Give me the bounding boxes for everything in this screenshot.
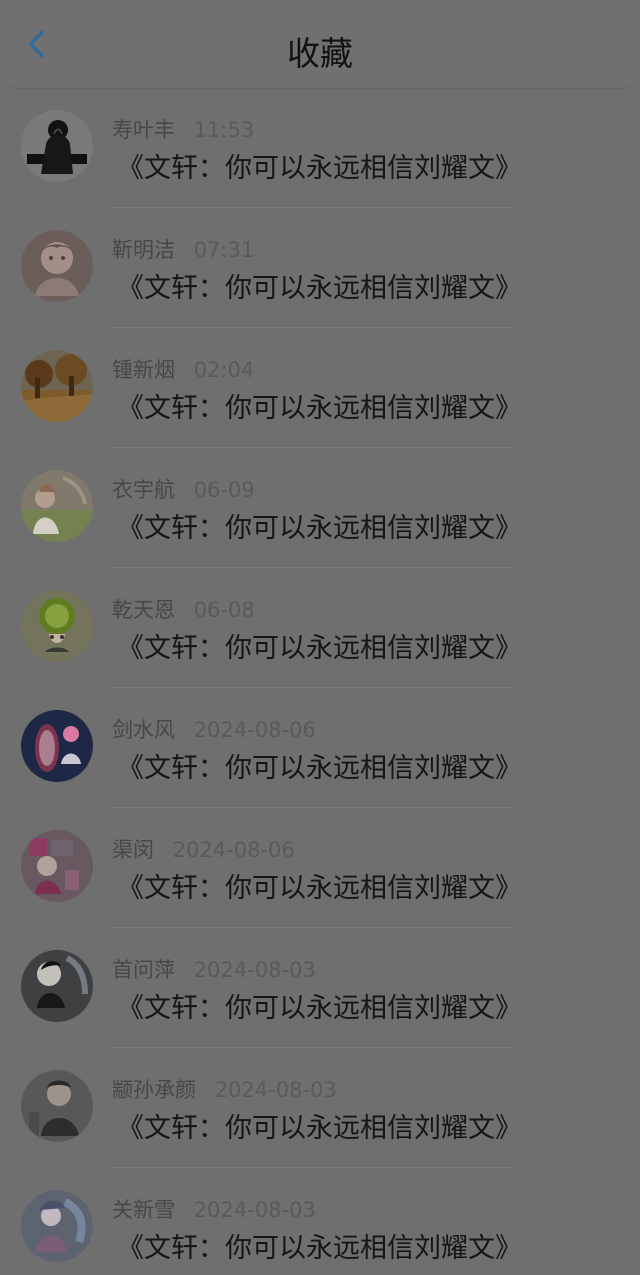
list-item[interactable]: 剑水风 2024-08-06 《文轩：你可以永远相信刘耀文》: [0, 688, 640, 808]
item-name: 锺新烟: [112, 358, 175, 382]
item-content: 《文轩：你可以永远相信刘耀文》: [117, 993, 522, 1024]
item-name: 寿叶丰: [112, 118, 175, 142]
item-name: 首问萍: [112, 958, 175, 982]
top-bar: 收藏: [0, 0, 640, 88]
item-time: 06-09: [193, 478, 255, 502]
item-name: 关新雪: [112, 1198, 175, 1222]
item-meta: 关新雪 2024-08-03: [112, 1198, 316, 1222]
list-item[interactable]: 靳明洁 07:31 《文轩：你可以永远相信刘耀文》: [0, 208, 640, 328]
list-item[interactable]: 乾天恩 06-08 《文轩：你可以永远相信刘耀文》: [0, 568, 640, 688]
item-name: 渠闵: [112, 838, 154, 862]
avatar: [21, 230, 93, 302]
list-item[interactable]: 锺新烟 02:04 《文轩：你可以永远相信刘耀文》: [0, 328, 640, 448]
item-meta: 首问萍 2024-08-03: [112, 958, 316, 982]
item-time: 02:04: [193, 358, 255, 382]
item-content: 《文轩：你可以永远相信刘耀文》: [117, 513, 522, 544]
item-content: 《文轩：你可以永远相信刘耀文》: [117, 1233, 522, 1264]
item-meta: 乾天恩 06-08: [112, 598, 255, 622]
avatar: [21, 950, 93, 1022]
item-meta: 锺新烟 02:04: [112, 358, 254, 382]
item-time: 06-08: [193, 598, 255, 622]
item-meta: 靳明洁 07:31: [112, 238, 254, 262]
item-time: 07:31: [193, 238, 255, 262]
avatar: [21, 1190, 93, 1262]
item-meta: 衣宇航 06-09: [112, 478, 255, 502]
item-time: 2024-08-06: [172, 838, 295, 862]
list-item[interactable]: 颛孙承颜 2024-08-03 《文轩：你可以永远相信刘耀文》: [0, 1048, 640, 1168]
favorites-list: 寿叶丰 11:53 《文轩：你可以永远相信刘耀文》 靳明洁 07:31 《文轩：…: [0, 88, 640, 1275]
item-name: 衣宇航: [112, 478, 175, 502]
item-time: 2024-08-03: [214, 1078, 337, 1102]
item-name: 剑水风: [112, 718, 175, 742]
item-content: 《文轩：你可以永远相信刘耀文》: [117, 633, 522, 664]
item-content: 《文轩：你可以永远相信刘耀文》: [117, 1113, 522, 1144]
list-item[interactable]: 关新雪 2024-08-03 《文轩：你可以永远相信刘耀文》: [0, 1168, 640, 1275]
item-content: 《文轩：你可以永远相信刘耀文》: [117, 273, 522, 304]
list-item[interactable]: 渠闵 2024-08-06 《文轩：你可以永远相信刘耀文》: [0, 808, 640, 928]
item-meta: 寿叶丰 11:53: [112, 118, 254, 142]
item-time: 2024-08-03: [193, 958, 316, 982]
item-time: 2024-08-06: [193, 718, 316, 742]
avatar: [21, 830, 93, 902]
item-content: 《文轩：你可以永远相信刘耀文》: [117, 753, 522, 784]
item-name: 颛孙承颜: [112, 1078, 196, 1102]
item-meta: 剑水风 2024-08-06: [112, 718, 316, 742]
avatar: [21, 110, 93, 182]
avatar: [21, 710, 93, 782]
item-name: 乾天恩: [112, 598, 175, 622]
page-title: 收藏: [287, 34, 353, 73]
avatar: [21, 1070, 93, 1142]
item-meta: 渠闵 2024-08-06: [112, 838, 295, 862]
item-content: 《文轩：你可以永远相信刘耀文》: [117, 153, 522, 184]
avatar: [21, 350, 93, 422]
avatar: [21, 590, 93, 662]
list-item[interactable]: 衣宇航 06-09 《文轩：你可以永远相信刘耀文》: [0, 448, 640, 568]
item-content: 《文轩：你可以永远相信刘耀文》: [117, 873, 522, 904]
avatar: [21, 470, 93, 542]
item-content: 《文轩：你可以永远相信刘耀文》: [117, 393, 522, 424]
item-time: 2024-08-03: [193, 1198, 316, 1222]
item-name: 靳明洁: [112, 238, 175, 262]
list-item[interactable]: 首问萍 2024-08-03 《文轩：你可以永远相信刘耀文》: [0, 928, 640, 1048]
item-meta: 颛孙承颜 2024-08-03: [112, 1078, 337, 1102]
list-item[interactable]: 寿叶丰 11:53 《文轩：你可以永远相信刘耀文》: [0, 88, 640, 208]
item-time: 11:53: [193, 118, 255, 142]
